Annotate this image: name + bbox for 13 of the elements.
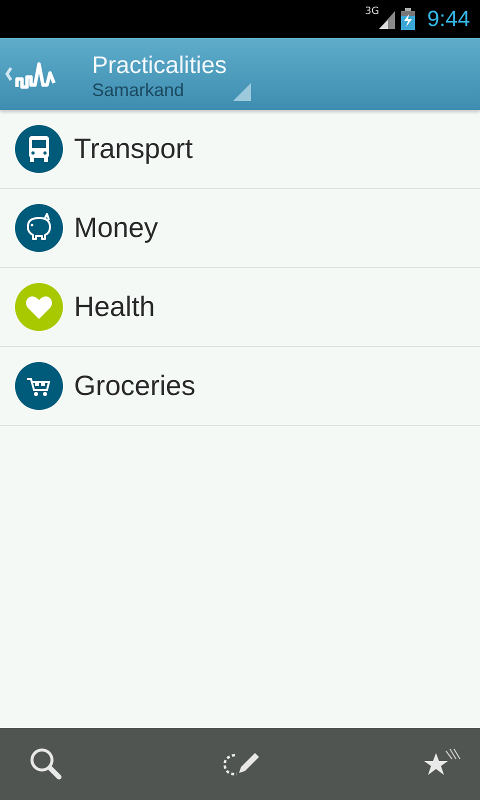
battery-charging-icon — [401, 8, 416, 30]
location-label: Samarkand — [92, 80, 184, 100]
search-icon — [28, 746, 64, 782]
category-item[interactable]: Groceries — [0, 347, 480, 426]
clock: 9:44 — [427, 6, 470, 32]
dropdown-corner-icon — [232, 82, 251, 100]
category-item[interactable]: Health — [0, 268, 480, 347]
category-item[interactable]: Money — [0, 189, 480, 268]
category-item[interactable]: Transport — [0, 110, 480, 189]
signal-icon — [379, 9, 396, 29]
screen-title: Practicalities — [92, 52, 227, 80]
network-label: 3G — [365, 6, 380, 17]
search-button[interactable] — [28, 746, 64, 782]
